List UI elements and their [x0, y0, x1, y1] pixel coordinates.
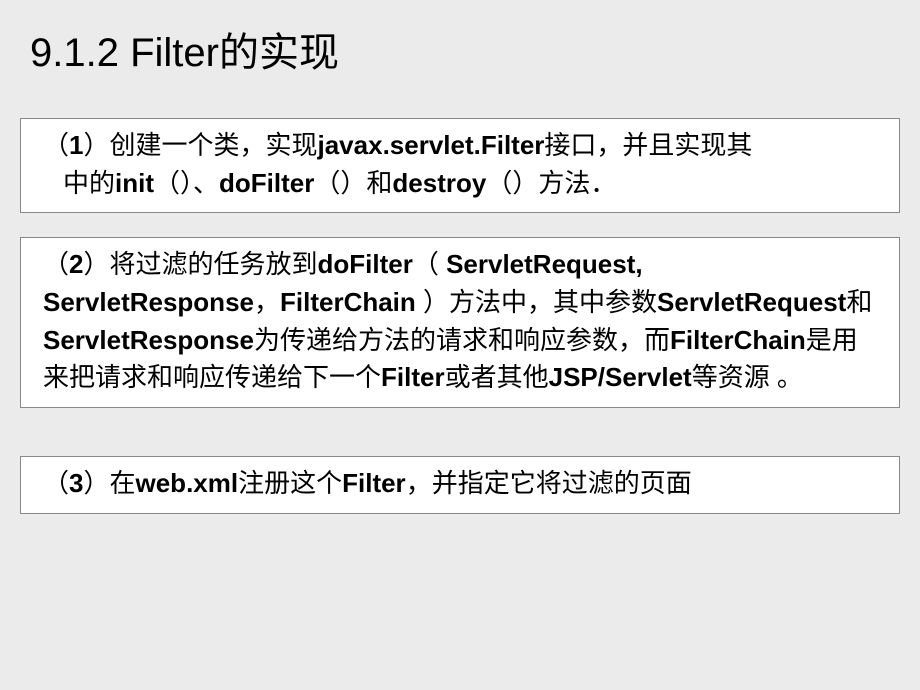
point-3-box: （3）在web.xml注册这个Filter，并指定它将过滤的页面 [20, 456, 900, 514]
point-2-comma: ， [254, 287, 280, 317]
point-2-filterchain2: FilterChain [670, 325, 806, 355]
point-1-paren1: （）、 [154, 168, 219, 198]
slide: 9.1.2 Filter的实现 （1）创建一个类，实现javax.servlet… [0, 0, 920, 690]
point-2-paren-close: ）方法中，其中参数 [423, 287, 657, 317]
point-2-servletrequest: ServletRequest [657, 287, 846, 317]
slide-title: 9.1.2 Filter的实现 [20, 20, 900, 78]
point-1-line2: 中的init（）、doFilter（）和destroy（）方法． [43, 165, 877, 203]
point-1-text1: ）创建一个类，实现 [83, 130, 317, 160]
point-2-servletresponse: ServletResponse [43, 325, 254, 355]
point-3-text2: 注册这个 [238, 468, 342, 498]
point-1-line2a: 中的 [63, 168, 115, 198]
point-1-text2: 接口，并且实现其 [544, 130, 752, 160]
point-1-init: init [115, 168, 154, 198]
point-3-number: 3 [69, 468, 83, 498]
point-1-number: 1 [69, 130, 83, 160]
point-3-text3: ，并指定它将过滤的页面 [406, 468, 692, 498]
paren-open-2: （ [43, 249, 69, 279]
point-1-paren3: （）方法． [486, 168, 616, 198]
point-2-dofilter: doFilter [318, 249, 413, 279]
point-3-text1: ）在 [83, 468, 135, 498]
point-3-webxml: web.xml [136, 468, 239, 498]
point-2-text4: 或者其他 [445, 362, 549, 392]
point-2-filter: Filter [381, 362, 445, 392]
point-3-filter: Filter [342, 468, 406, 498]
paren-open-3: （ [43, 468, 69, 498]
point-2-paren-open: （ [413, 249, 446, 279]
point-2-text5: 等资源 。 [692, 362, 803, 392]
point-2-and: 和 [846, 287, 872, 317]
point-2-number: 2 [69, 249, 83, 279]
point-1-dofilter: doFilter [219, 168, 314, 198]
point-1-destroy: destroy [392, 168, 486, 198]
point-2-text2: 为传递给方法的请求和响应参数，而 [254, 325, 670, 355]
point-2-text1: ）将过滤的任务放到 [83, 249, 317, 279]
paren-open: （ [43, 130, 69, 160]
point-1-paren2: （）和 [314, 168, 392, 198]
point-2-filterchain: FilterChain [280, 287, 423, 317]
point-2-box: （2）将过滤的任务放到doFilter（ ServletRequest, Ser… [20, 237, 900, 408]
point-2-jspservlet: JSP/Servlet [549, 362, 692, 392]
point-1-box: （1）创建一个类，实现javax.servlet.Filter接口，并且实现其 … [20, 118, 900, 213]
point-1-interface: javax.servlet.Filter [318, 130, 545, 160]
